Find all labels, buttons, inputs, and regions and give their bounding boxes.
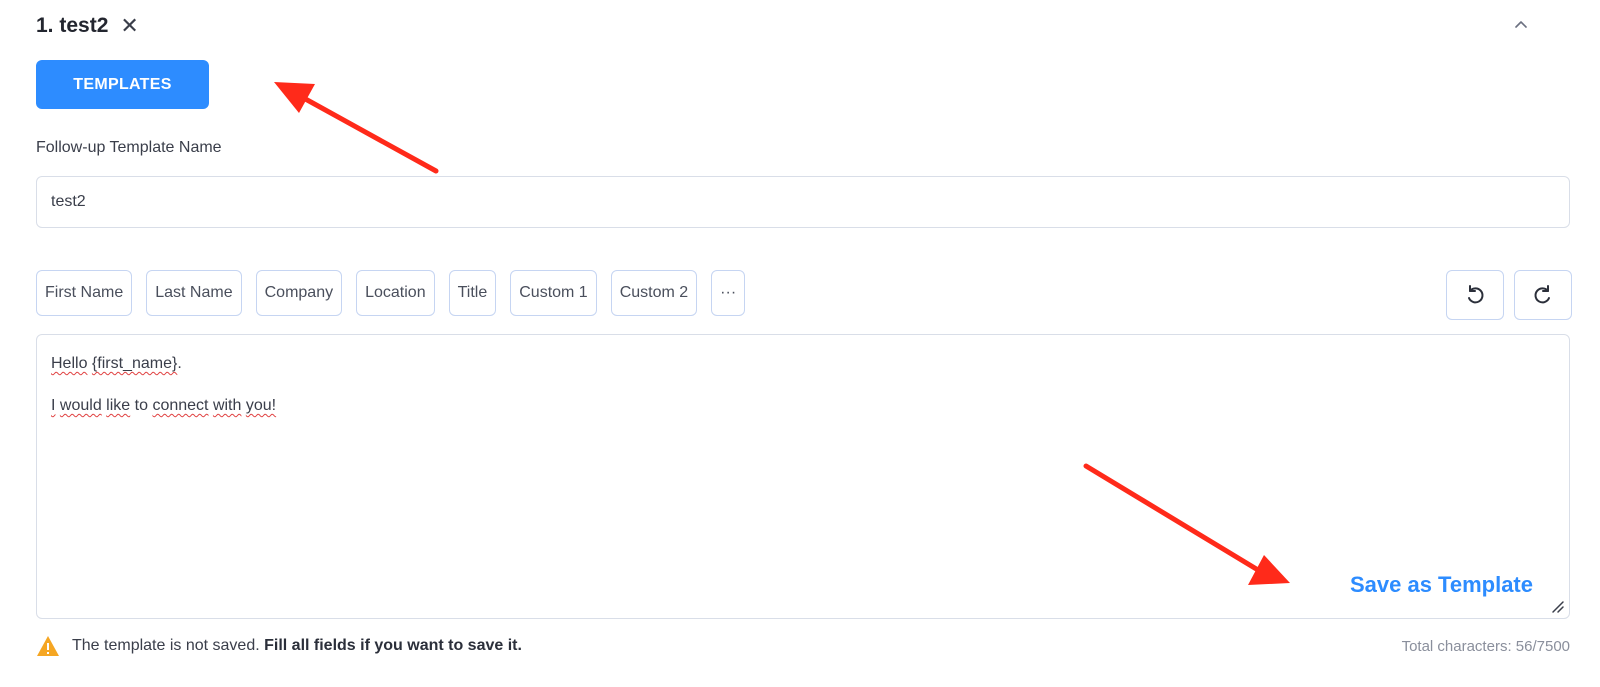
message-word: to (134, 397, 148, 414)
undo-button[interactable] (1446, 270, 1504, 320)
message-word: would (59, 397, 102, 414)
warning-text: The template is not saved. Fill all fiel… (72, 637, 522, 654)
annotation-arrow-templates (274, 82, 439, 174)
close-icon[interactable]: ✕ (120, 15, 138, 37)
message-word: with (212, 397, 242, 414)
follow-up-step-panel: 1. test2 ✕ TEMPLATES Follow-up Template … (0, 0, 1600, 687)
chip-last-name[interactable]: Last Name (146, 270, 242, 316)
redo-icon (1534, 285, 1550, 304)
chip-first-name[interactable]: First Name (36, 270, 133, 316)
unsaved-warning: The template is not saved. Fill all fiel… (36, 635, 522, 657)
message-word: you! (245, 397, 277, 414)
message-word: Hello (51, 355, 88, 372)
step-title: 1. test2 (36, 14, 109, 37)
message-word: like (106, 397, 131, 414)
undo-icon (1468, 285, 1484, 304)
message-punctuation: . (177, 355, 182, 372)
first-name-placeholder: {first_name} (91, 355, 178, 372)
chip-company[interactable]: Company (255, 270, 343, 316)
chip-custom-2[interactable]: Custom 2 (610, 270, 698, 316)
chevron-up-icon[interactable] (1510, 14, 1532, 36)
message-editor[interactable]: Hello {first_name}. I would like to conn… (36, 334, 1570, 619)
character-count: Total characters: 56/7500 (1401, 638, 1570, 655)
chip-title[interactable]: Title (448, 270, 497, 316)
chip-location[interactable]: Location (356, 270, 435, 316)
template-name-label: Follow-up Template Name (36, 139, 222, 156)
templates-button[interactable]: TEMPLATES (36, 60, 209, 109)
message-word: connect (152, 397, 209, 414)
message-line-1: Hello {first_name}. (51, 355, 182, 373)
chip-custom-1[interactable]: Custom 1 (510, 270, 597, 316)
warning-triangle-icon (37, 636, 59, 656)
message-line-2: I would like to connect with you! (51, 397, 276, 415)
message-word: I (51, 397, 56, 414)
step-header: 1. test2 ✕ (36, 14, 139, 38)
resize-handle-icon[interactable] (1549, 598, 1565, 614)
variable-chip-row: First Name Last Name Company Location Ti… (36, 270, 746, 316)
more-variables-button[interactable]: ··· (711, 270, 746, 316)
template-name-input[interactable] (36, 176, 1570, 228)
save-as-template-link[interactable]: Save as Template (1350, 572, 1533, 598)
redo-button[interactable] (1514, 270, 1572, 320)
